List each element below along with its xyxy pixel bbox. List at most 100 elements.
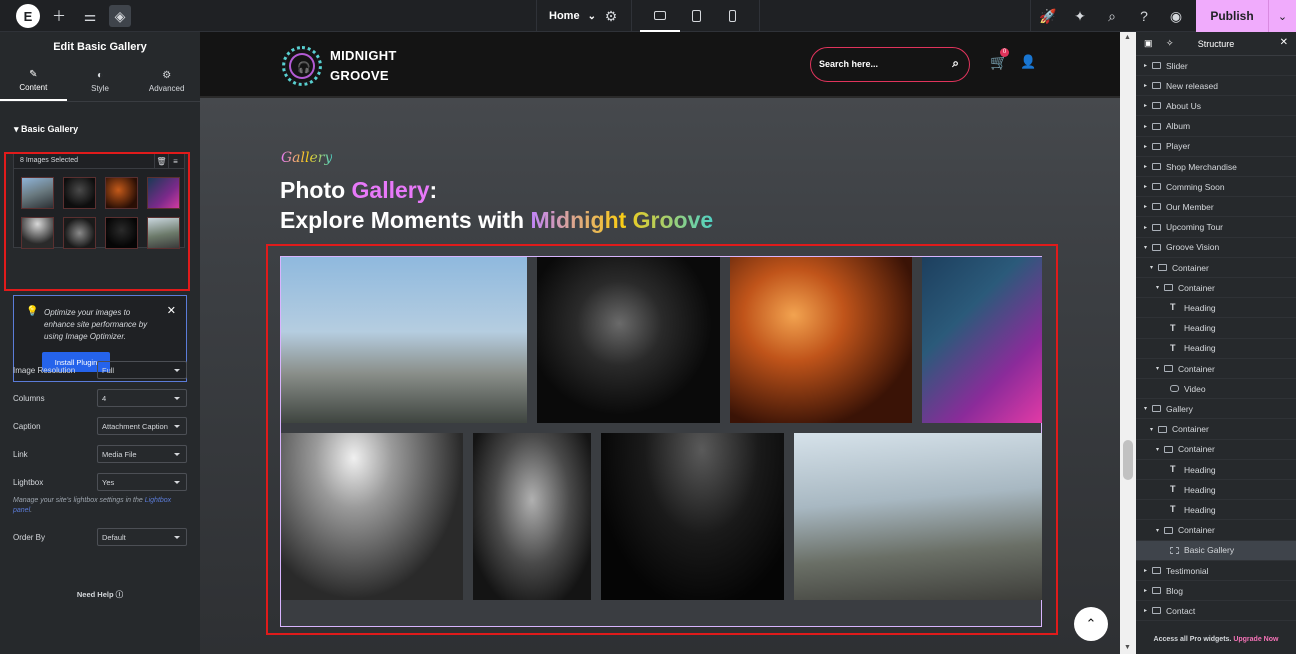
structure-item[interactable]: T Heading	[1136, 480, 1296, 501]
desktop-view-icon[interactable]	[640, 0, 680, 32]
structure-item[interactable]: T Heading	[1136, 298, 1296, 319]
structure-item[interactable]: T Heading	[1136, 500, 1296, 521]
caret-right-icon[interactable]: ▸	[1144, 224, 1152, 231]
elementor-logo-icon[interactable]: E	[16, 4, 40, 28]
structure-item[interactable]: ▸ Shop Merchandise	[1136, 157, 1296, 177]
caret-down-icon[interactable]: ▾	[1150, 426, 1158, 433]
canvas-scrollbar[interactable]: ▲ ▼	[1120, 32, 1136, 654]
caret-right-icon[interactable]: ▸	[1144, 123, 1152, 130]
lightbox-select[interactable]: Yes	[97, 473, 187, 491]
need-help-link[interactable]: Need Help ⓘ	[0, 589, 200, 600]
gallery-photo[interactable]	[794, 433, 1042, 600]
tab-content[interactable]: ✎ Content	[0, 62, 67, 101]
structure-item[interactable]: ▸ Slider	[1136, 56, 1296, 76]
caret-down-icon[interactable]: ▾	[1156, 446, 1164, 453]
structure-title: Structure	[1197, 38, 1235, 49]
structure-item[interactable]: ▸ Testimonial	[1136, 561, 1296, 581]
structure-item[interactable]: ▸ About Us	[1136, 96, 1296, 117]
order-by-select[interactable]: Default	[97, 528, 187, 546]
caret-down-icon[interactable]: ▾	[1156, 527, 1164, 534]
caret-down-icon[interactable]: ▾	[1150, 264, 1158, 271]
columns-select[interactable]: 4	[97, 389, 187, 407]
scroll-to-top-button[interactable]: ⌃	[1074, 607, 1108, 641]
structure-item[interactable]: ▾ Container	[1136, 420, 1296, 440]
gallery-photo[interactable]	[281, 257, 527, 423]
image-resolution-select[interactable]: Full	[97, 361, 187, 379]
structure-item[interactable]: ▸ Album	[1136, 117, 1296, 137]
caret-down-icon[interactable]: ▾	[1144, 405, 1152, 412]
caret-right-icon[interactable]: ▸	[1144, 163, 1152, 170]
caret-right-icon[interactable]: ▸	[1144, 143, 1152, 150]
structure-item[interactable]: ▸ Blog	[1136, 581, 1296, 602]
caption-select[interactable]: Attachment Caption	[97, 417, 187, 435]
structure-item[interactable]: ▸ New released	[1136, 76, 1296, 97]
site-brand[interactable]: MIDNIGHT GROOVE	[330, 46, 397, 86]
gallery-photo[interactable]	[473, 433, 591, 600]
structure-item[interactable]: ▸ Comming Soon	[1136, 177, 1296, 198]
add-element-icon[interactable]: ＋	[48, 5, 70, 27]
structure-item[interactable]: Basic Gallery	[1136, 540, 1296, 561]
gallery-photo[interactable]	[537, 257, 720, 423]
scroll-down-icon[interactable]: ▼	[1124, 644, 1131, 651]
scrollbar-thumb[interactable]	[1123, 440, 1133, 480]
structure-item[interactable]: ▾ Container	[1136, 440, 1296, 460]
gallery-photo[interactable]	[730, 257, 912, 423]
caret-right-icon[interactable]: ▸	[1144, 587, 1152, 594]
structure-item[interactable]: ▾ Container	[1136, 521, 1296, 541]
tab-style[interactable]: ◐ Style	[67, 62, 134, 101]
structure-item[interactable]: ▾ Container	[1136, 278, 1296, 299]
user-account-icon[interactable]: 👤	[1020, 54, 1036, 70]
caret-down-icon[interactable]: ▾	[1156, 365, 1164, 372]
link-select[interactable]: Media File	[97, 445, 187, 463]
upgrade-now-link[interactable]: Upgrade Now	[1233, 636, 1278, 643]
structure-item[interactable]: T Heading	[1136, 460, 1296, 480]
close-icon[interactable]: ✕	[167, 304, 176, 317]
notifications-icon[interactable]: ✦	[1069, 5, 1091, 27]
magic-icon[interactable]: ✧	[1166, 38, 1174, 49]
scroll-up-icon[interactable]: ▲	[1124, 34, 1131, 41]
structure-item[interactable]: T Heading	[1136, 339, 1296, 359]
gallery-photo[interactable]	[601, 433, 784, 600]
publish-options-chevron-icon[interactable]: ⌄	[1268, 0, 1296, 32]
structure-item[interactable]: ▸ Upcoming Tour	[1136, 218, 1296, 238]
structure-item[interactable]: ▾ Container	[1136, 359, 1296, 379]
cart-icon[interactable]: 🛒 0	[990, 48, 1009, 71]
search-icon[interactable]: ⌕	[952, 56, 959, 71]
structure-item[interactable]: ▾ Groove Vision	[1136, 238, 1296, 258]
structure-item[interactable]: ▾ Gallery	[1136, 399, 1296, 420]
close-icon[interactable]: ✕	[1280, 37, 1288, 48]
structure-item[interactable]: ▸ Contact	[1136, 601, 1296, 622]
structure-item[interactable]: ▾ Container	[1136, 258, 1296, 278]
caret-right-icon[interactable]: ▸	[1144, 82, 1152, 89]
basic-gallery-widget[interactable]	[280, 256, 1042, 627]
tab-advanced[interactable]: ⚙ Advanced	[133, 62, 200, 101]
site-search-input[interactable]: Search here... ⌕	[810, 47, 970, 82]
page-settings-icon[interactable]: ⚙	[600, 5, 622, 27]
caret-right-icon[interactable]: ▸	[1144, 567, 1152, 574]
structure-item[interactable]: ▸ Player	[1136, 137, 1296, 157]
caret-down-icon[interactable]: ▾	[1156, 284, 1164, 291]
rocket-icon[interactable]: 🚀	[1037, 5, 1059, 27]
caret-right-icon[interactable]: ▸	[1144, 607, 1152, 614]
caret-right-icon[interactable]: ▸	[1144, 62, 1152, 69]
structure-item[interactable]: Video	[1136, 379, 1296, 400]
mobile-view-icon[interactable]	[712, 0, 752, 32]
help-icon[interactable]: ?	[1133, 5, 1155, 27]
search-icon[interactable]: ⌕	[1101, 5, 1123, 27]
headphones-logo-icon[interactable]: 🎧	[282, 46, 322, 86]
caret-right-icon[interactable]: ▸	[1144, 203, 1152, 210]
tablet-view-icon[interactable]	[676, 0, 716, 32]
structure-layers-icon[interactable]: ◈	[109, 5, 131, 27]
gallery-photo[interactable]	[922, 257, 1042, 423]
caret-right-icon[interactable]: ▸	[1144, 183, 1152, 190]
caret-down-icon[interactable]: ▾	[1144, 244, 1152, 251]
panel-layout-icon[interactable]: ▣	[1144, 38, 1153, 49]
preview-eye-icon[interactable]: ◉	[1165, 5, 1187, 27]
structure-item[interactable]: T Heading	[1136, 319, 1296, 339]
site-settings-icon[interactable]: ⚌	[79, 5, 101, 27]
publish-button[interactable]: Publish	[1196, 0, 1268, 32]
section-toggle[interactable]: ▾ Basic Gallery	[14, 124, 78, 135]
gallery-photo[interactable]	[281, 433, 463, 600]
structure-item[interactable]: ▸ Our Member	[1136, 197, 1296, 218]
caret-right-icon[interactable]: ▸	[1144, 102, 1152, 109]
